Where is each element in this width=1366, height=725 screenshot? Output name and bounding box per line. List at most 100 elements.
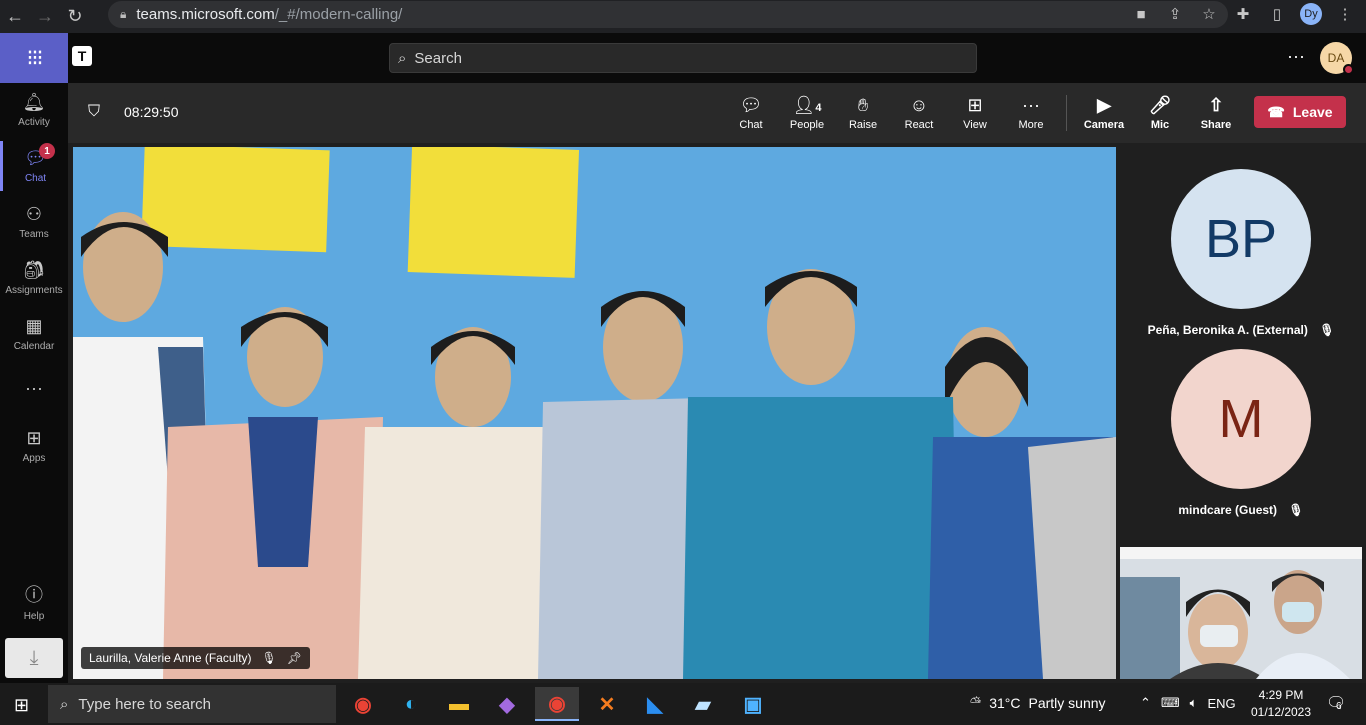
clock[interactable]: 4:29 PM 01/12/2023 (1246, 687, 1316, 721)
address-bar[interactable]: 🔒︎ teams.microsoft.com/_#/modern-calling… (108, 1, 1228, 28)
xampp-icon[interactable]: ✕ (585, 687, 629, 721)
rail-label: Chat (24, 173, 47, 184)
leave-label: Leave (1292, 104, 1333, 120)
extensions-icon[interactable]: ✚ (1232, 5, 1254, 23)
rail-item-apps[interactable]: ⊞ Apps (0, 421, 68, 471)
teams-logo-icon: T (72, 46, 92, 66)
url-domain: teams.microsoft.com (136, 6, 275, 23)
chat-button[interactable]: 💬︎ Chat (723, 93, 779, 131)
windows-start-icon[interactable]: ⊞ (14, 695, 29, 716)
self-view-image (1120, 547, 1362, 679)
more-label: More (1018, 119, 1044, 131)
forward-icon[interactable]: → (30, 5, 60, 29)
layout-icon: ⊞ (967, 95, 983, 115)
camera-button[interactable]: ▶ Camera (1076, 93, 1132, 131)
search-input[interactable]: ⌕ Search (389, 43, 977, 73)
notes-app-icon[interactable]: ▰ (681, 687, 725, 721)
partly-sunny-icon: ⛅︎ (970, 694, 982, 710)
reload-icon[interactable]: ↻ (60, 5, 90, 29)
vscode-icon[interactable]: ◣ (633, 687, 677, 721)
back-icon[interactable]: ← (0, 5, 30, 29)
rail-item-assignments[interactable]: 🎒︎ Assignments (0, 253, 68, 303)
chat-icon: 💬︎ (739, 95, 763, 115)
rail-label: Calendar (13, 341, 55, 352)
share-page-icon[interactable]: ⇪ (1164, 5, 1186, 23)
weather-widget[interactable]: ⛅︎ 31°C Partly sunny (970, 694, 1106, 711)
rail-label: Activity (18, 117, 50, 128)
sidepanel-icon[interactable]: ▯ (1266, 5, 1288, 23)
browser-menu-icon[interactable]: ⋮ (1334, 5, 1356, 23)
search-icon: ⌕ (60, 695, 69, 713)
rail-item-help[interactable]: ⓘ Help (0, 576, 68, 626)
status-busy-icon (1343, 64, 1354, 75)
app-launcher-icon[interactable]: ⁝⁝⁝ (0, 33, 68, 83)
calendar-icon: ▦ (25, 316, 43, 336)
speaker-name: Laurilla, Valerie Anne (Faculty) (89, 651, 252, 665)
pin-icon: 📌︎ (286, 651, 302, 665)
mic-button[interactable]: 🎤︎ Mic (1132, 93, 1188, 131)
mic-off-icon: 🎙︎ (1319, 323, 1335, 337)
shield-icon: ⛉ (88, 103, 101, 120)
rail-label: Apps (22, 453, 46, 464)
rail-label: Teams (19, 229, 49, 240)
user-avatar[interactable]: DA (1320, 42, 1354, 75)
assignments-icon: 🎒︎ (22, 260, 46, 280)
file-explorer-icon[interactable]: ▬ (437, 687, 481, 721)
more-dots-icon: ··· (1022, 95, 1040, 115)
share-label: Share (1200, 119, 1232, 131)
hang-up-icon: ☎ (1267, 103, 1285, 120)
more-options-icon[interactable]: ··· (1287, 46, 1305, 67)
view-label: View (963, 119, 987, 131)
notification-center-icon[interactable]: 🗨︎ 6 (1326, 693, 1346, 713)
camera-indicator-icon[interactable]: ■ (1130, 6, 1152, 23)
rail-more-apps[interactable]: ··· (0, 365, 68, 415)
participant-initials: M (1218, 389, 1264, 449)
react-label: React (904, 119, 934, 131)
leave-button[interactable]: ☎ Leave (1254, 96, 1346, 128)
bookmark-star-icon[interactable]: ☆ (1198, 5, 1220, 23)
network-icon[interactable]: ⌨ (1161, 695, 1180, 711)
self-video-preview[interactable] (1120, 547, 1362, 679)
chrome-profile-icon[interactable]: ◉ (535, 687, 579, 721)
control-panel-icon[interactable]: ▣ (731, 687, 775, 721)
edge-icon[interactable]: ◐ (389, 687, 433, 721)
meeting-timer: 08:29:50 (124, 104, 179, 120)
rail-item-chat[interactable]: 💬︎ Chat (0, 141, 68, 191)
rail-label: Assignments (5, 285, 63, 296)
participant-tile[interactable]: M mindcare (Guest) 🎙︎ (1132, 349, 1350, 517)
react-button[interactable]: ☺ React (891, 93, 947, 131)
more-button[interactable]: ··· More (1003, 93, 1059, 131)
camera-label: Camera (1083, 119, 1125, 131)
system-tray: ⌃ ⌨ 🔈︎ ENG (1140, 695, 1236, 711)
rail-item-calendar[interactable]: ▦ Calendar (0, 309, 68, 359)
volume-icon[interactable]: 🔈︎ (1190, 695, 1198, 711)
bell-icon: 🔔︎ (22, 92, 46, 112)
mic-label: Mic (1150, 119, 1170, 131)
download-app-icon[interactable]: ⤓ (5, 638, 63, 678)
raise-label: Raise (848, 119, 878, 131)
weather-temp: 31°C (989, 694, 1021, 711)
people-label: People (789, 119, 825, 131)
rail-item-teams[interactable]: ⚇ Teams (0, 197, 68, 247)
participant-tile[interactable]: BP Peña, Beronika A. (External) 🎙︎ (1132, 169, 1350, 337)
chat-badge: 1 (39, 143, 55, 159)
chrome-icon[interactable]: ◉ (341, 687, 385, 721)
people-button[interactable]: 👤︎4 People (779, 93, 835, 131)
hand-icon: ✋︎ (857, 95, 869, 115)
user-initials: DA (1327, 51, 1345, 65)
language-indicator[interactable]: ENG (1207, 696, 1235, 711)
teams-icon: ⚇ (25, 204, 43, 224)
chevron-up-icon[interactable]: ⌃ (1140, 695, 1151, 711)
share-button[interactable]: ⇧ Share (1188, 93, 1244, 131)
visual-studio-icon[interactable]: ◆ (485, 687, 529, 721)
lock-icon: 🔒︎ (120, 7, 127, 21)
help-icon: ⓘ (25, 584, 43, 605)
speaker-name-tag: Laurilla, Valerie Anne (Faculty) 🎙︎ 📌︎ (81, 647, 310, 669)
participant-name: Peña, Beronika A. (External) (1147, 323, 1308, 337)
browser-profile-avatar[interactable]: Dy (1300, 3, 1322, 25)
taskbar-search-input[interactable]: ⌕ Type here to search (48, 685, 336, 723)
raise-hand-button[interactable]: ✋︎ Raise (835, 93, 891, 131)
main-video-feed[interactable]: Laurilla, Valerie Anne (Faculty) 🎙︎ 📌︎ (73, 147, 1116, 679)
rail-item-activity[interactable]: 🔔︎ Activity (0, 85, 68, 135)
view-button[interactable]: ⊞ View (947, 93, 1003, 131)
